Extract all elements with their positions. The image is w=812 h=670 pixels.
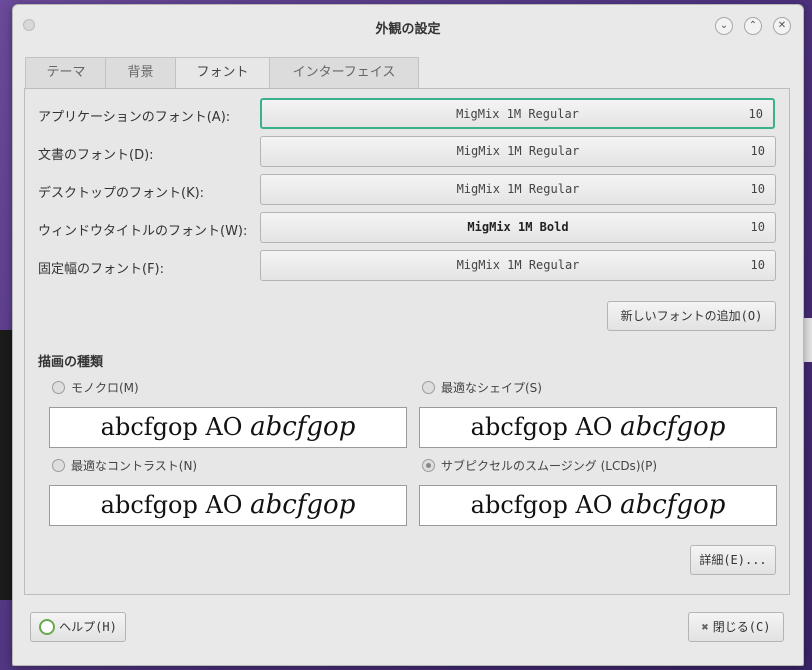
preview-italic-text: abcfgop	[250, 490, 356, 520]
desktop-font-label: デスクトップのフォント(K):	[38, 186, 205, 201]
radio-monochrome[interactable]: モノクロ(M)	[52, 379, 139, 396]
font-name: MigMix 1M Regular	[456, 144, 580, 158]
radio-label: 最適なシェイプ(S)	[441, 381, 542, 395]
font-size: 10	[748, 107, 763, 121]
font-name: MigMix 1M Regular	[456, 107, 579, 121]
help-button[interactable]: ヘルプ(H)	[30, 612, 126, 642]
preview-italic-text: abcfgop	[250, 412, 356, 442]
font-name: MigMix 1M Regular	[456, 258, 580, 272]
preview-regular-text: abcfgop AO	[100, 491, 251, 519]
preview-regular-text: abcfgop AO	[470, 491, 621, 519]
window-title-font-label: ウィンドウタイトルのフォント(W):	[38, 224, 248, 239]
minimize-icon[interactable]: ⌄	[715, 17, 733, 35]
preview-italic-text: abcfgop	[620, 412, 726, 442]
maximize-icon[interactable]: ⌃	[744, 17, 762, 35]
window-title-font-button[interactable]: MigMix 1M Bold 10	[260, 212, 776, 243]
close-label: 閉じる(C)	[712, 620, 771, 634]
document-font-label: 文書のフォント(D):	[38, 148, 154, 163]
rendering-section-title: 描画の種類	[38, 355, 104, 370]
close-icon[interactable]: ✕	[773, 17, 791, 35]
font-size: 10	[750, 182, 765, 196]
window-title: 外観の設定	[375, 22, 441, 37]
radio-button[interactable]	[422, 459, 435, 472]
desktop-font-button[interactable]: MigMix 1M Regular 10	[260, 174, 776, 205]
monospace-font-button[interactable]: MigMix 1M Regular 10	[260, 250, 776, 281]
radio-label: 最適なコントラスト(N)	[71, 459, 198, 473]
document-font-button[interactable]: MigMix 1M Regular 10	[260, 136, 776, 167]
title-bar: 外観の設定 ⌄ ⌃ ✕	[13, 5, 803, 45]
radio-label: モノクロ(M)	[71, 381, 139, 395]
font-size: 10	[750, 144, 765, 158]
radio-best-shape[interactable]: 最適なシェイプ(S)	[422, 379, 542, 396]
desktop-shape-left	[0, 330, 12, 600]
preview-subpixel: abcfgop AO abcfgop	[419, 485, 777, 526]
help-label: ヘルプ(H)	[59, 620, 117, 634]
application-font-button[interactable]: MigMix 1M Regular 10	[260, 98, 775, 129]
preview-regular-text: abcfgop AO	[470, 413, 621, 441]
application-font-label: アプリケーションのフォント(A):	[38, 110, 231, 125]
preview-italic-text: abcfgop	[620, 490, 726, 520]
preview-best-shape: abcfgop AO abcfgop	[419, 407, 777, 448]
radio-button[interactable]	[52, 459, 65, 472]
font-size: 10	[750, 258, 765, 272]
radio-subpixel[interactable]: サブピクセルのスムージング (LCDs)(P)	[422, 457, 657, 474]
tab-interface[interactable]: インターフェイス	[269, 57, 419, 88]
font-name: MigMix 1M Bold	[467, 220, 569, 234]
tab-background[interactable]: 背景	[105, 57, 176, 88]
close-button[interactable]: ✖ 閉じる(C)	[688, 612, 784, 642]
tab-theme[interactable]: テーマ	[25, 57, 107, 88]
font-name: MigMix 1M Regular	[456, 182, 580, 196]
preview-monochrome: abcfgop AO abcfgop	[49, 407, 407, 448]
radio-label: サブピクセルのスムージング (LCDs)(P)	[441, 459, 658, 473]
details-button[interactable]: 詳細(E)...	[690, 545, 776, 575]
tab-fonts[interactable]: フォント	[175, 57, 270, 90]
appearance-settings-window: 外観の設定 ⌄ ⌃ ✕ テーマ 背景 フォント インターフェイス アプリケーショ…	[12, 4, 804, 666]
radio-button[interactable]	[422, 381, 435, 394]
preview-regular-text: abcfgop AO	[100, 413, 251, 441]
radio-button[interactable]	[52, 381, 65, 394]
font-size: 10	[750, 220, 765, 234]
monospace-font-label: 固定幅のフォント(F):	[38, 262, 165, 277]
add-font-button[interactable]: 新しいフォントの追加(O)	[607, 301, 776, 331]
preview-best-contrast: abcfgop AO abcfgop	[49, 485, 407, 526]
radio-best-contrast[interactable]: 最適なコントラスト(N)	[52, 457, 197, 474]
close-icon: ✖	[701, 620, 709, 634]
help-icon	[39, 618, 56, 635]
